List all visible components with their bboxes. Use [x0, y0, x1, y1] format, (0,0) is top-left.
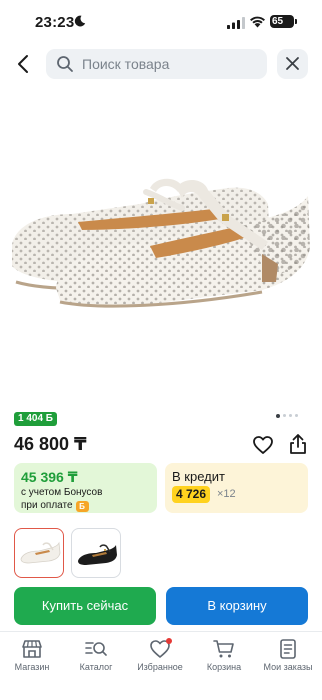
store-icon [22, 640, 42, 658]
tab-cart[interactable]: Корзина [192, 632, 256, 700]
tab-label: Избранное [137, 662, 183, 672]
share-icon[interactable] [287, 433, 309, 455]
tab-label: Мои заказы [263, 662, 313, 672]
product-image[interactable] [0, 96, 322, 396]
notification-dot [166, 638, 172, 644]
bonus-badge: 1 404 Б [14, 412, 57, 426]
tab-label: Каталог [79, 662, 113, 672]
bonus-price-card[interactable]: 45 396 ₸ с учетом Бонусов при оплате Б [14, 463, 157, 513]
credit-card[interactable]: В кредит 4 726 ×12 [165, 463, 308, 513]
page-dot [289, 414, 292, 417]
variant-thumbnail-black[interactable] [71, 528, 121, 578]
white-shoe-thumbnail-icon [20, 541, 61, 564]
page-dot-active [276, 413, 280, 418]
signal-icon [227, 17, 245, 29]
image-pagination-dots [276, 413, 306, 419]
bonus-caption-line1: с учетом Бонусов [21, 487, 103, 498]
catalog-search-icon [85, 642, 107, 656]
tab-catalog[interactable]: Каталог [64, 632, 128, 700]
close-search-button[interactable] [277, 49, 308, 79]
status-bar: 23:23 65 [0, 0, 322, 40]
variant-thumbnail-white[interactable] [14, 528, 64, 578]
battery-indicator: 65 [270, 15, 294, 28]
tab-label: Магазин [14, 662, 50, 672]
tab-orders[interactable]: Мои заказы [256, 632, 320, 700]
back-button[interactable] [12, 52, 36, 76]
close-icon [286, 57, 299, 70]
battery-cap [295, 19, 297, 24]
tab-label: Корзина [206, 662, 242, 672]
tab-favorites[interactable]: Избранное [128, 632, 192, 700]
cart-icon [213, 640, 234, 658]
black-shoe-thumbnail-icon [78, 544, 117, 565]
bonus-caption-text: при оплате [21, 500, 73, 511]
bonus-price: 45 396 ₸ [21, 469, 78, 485]
buy-now-button[interactable]: Купить сейчас [14, 587, 156, 625]
page-dot [295, 414, 298, 417]
tab-store[interactable]: Магазин [0, 632, 64, 700]
status-time: 23:23 [35, 14, 75, 31]
credit-title: В кредит [172, 469, 225, 484]
search-icon [57, 56, 73, 72]
search-placeholder: Поиск товара [82, 56, 170, 72]
bonus-caption-line2: при оплате Б [21, 500, 89, 512]
favorite-heart-icon[interactable] [252, 434, 274, 456]
page-dot [283, 414, 286, 417]
credit-monthly-amount: 4 726 [172, 486, 211, 503]
product-price: 46 800 ₸ [14, 434, 87, 454]
bottom-tab-bar: Магазин Каталог Избранное Корзина Мои за… [0, 631, 322, 700]
battery-level: 65 [272, 16, 284, 27]
add-to-cart-button[interactable]: В корзину [166, 587, 308, 625]
search-input[interactable]: Поиск товара [46, 49, 267, 79]
wifi-icon [250, 16, 265, 28]
moon-icon [74, 15, 86, 27]
bonus-coin-icon: Б [75, 501, 89, 512]
credit-installments: ×12 [217, 488, 236, 500]
orders-icon [280, 639, 296, 659]
